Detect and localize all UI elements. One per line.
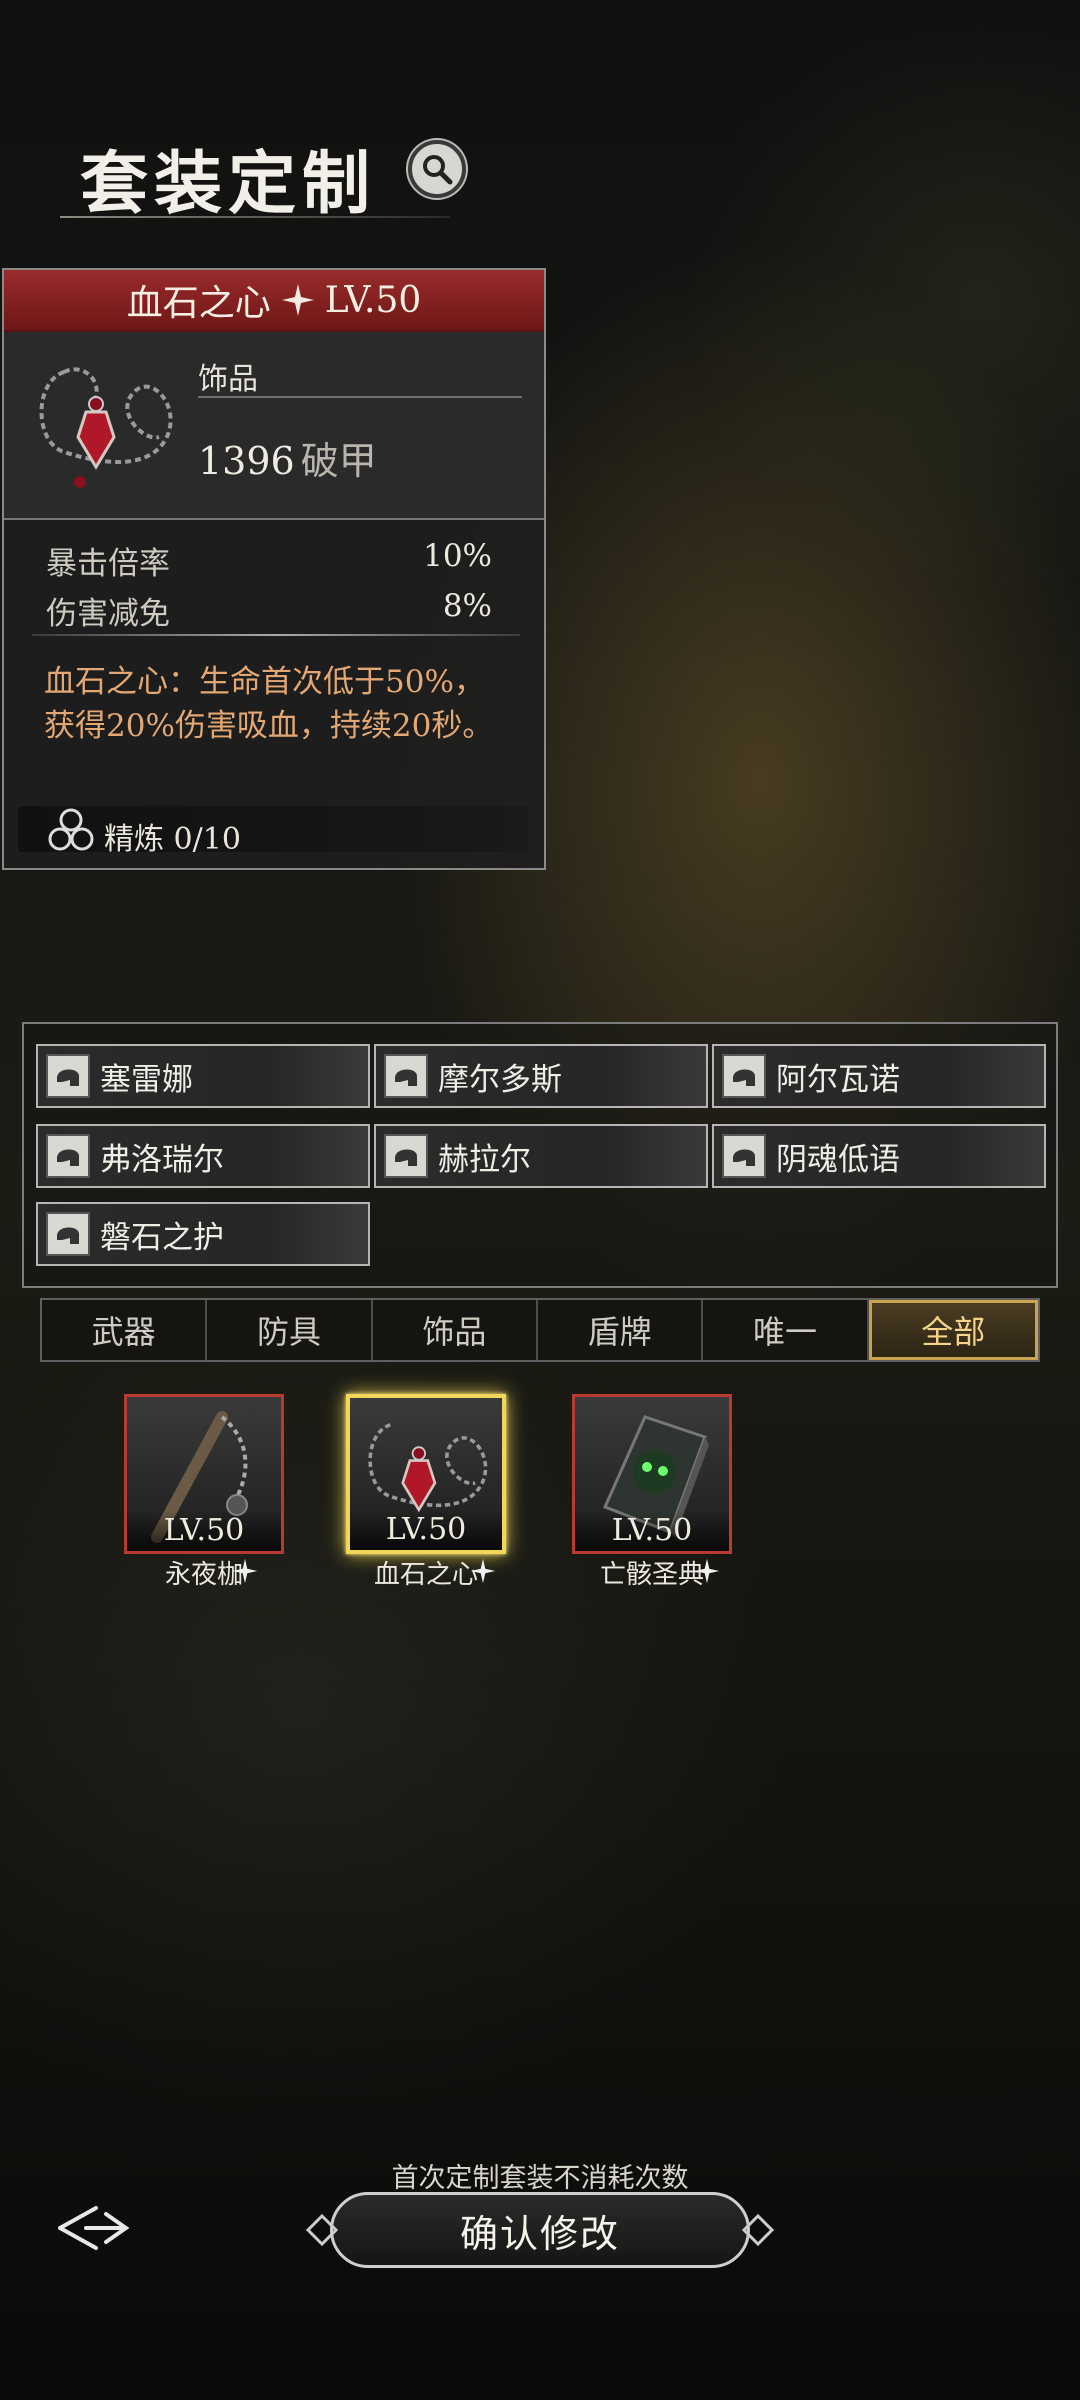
refine-progress: 精炼 0/10 xyxy=(104,822,241,857)
main-stat-unit: 破甲 xyxy=(300,439,377,483)
stat-label-crit: 暴击倍率 xyxy=(46,546,170,582)
stat-label-dmg-reduce: 伤害减免 xyxy=(46,596,170,632)
set-label: 弗洛瑞尔 xyxy=(100,1141,224,1178)
set-button-mordos[interactable]: 摩尔多斯 xyxy=(374,1044,708,1108)
item-type: 饰品 xyxy=(198,362,258,397)
item-level: LV.50 xyxy=(575,1511,729,1551)
tab-accessory[interactable]: 饰品 xyxy=(373,1300,538,1360)
refine-bar xyxy=(18,806,528,852)
tab-all[interactable]: 全部 xyxy=(868,1300,1038,1360)
item-card-header: 血石之心 LV.50 xyxy=(4,270,544,332)
category-tabs: 武器 防具 饰品 盾牌 唯一 全部 xyxy=(40,1298,1040,1362)
star-icon xyxy=(281,284,314,316)
item-level: LV.50 xyxy=(350,1510,502,1550)
necklace-icon xyxy=(24,342,184,512)
main-stat-value: 1396 xyxy=(198,439,295,483)
helmet-icon xyxy=(384,1134,428,1178)
search-button[interactable] xyxy=(408,140,466,198)
tab-unique[interactable]: 唯一 xyxy=(703,1300,869,1360)
item-name-bloodstone-heart: 血石之心 xyxy=(373,1560,478,1590)
item-slot-dead-codex[interactable]: LV.50 xyxy=(572,1394,732,1554)
item-level: LV.50 xyxy=(324,279,422,321)
helmet-icon xyxy=(46,1212,90,1256)
title-divider xyxy=(60,216,450,218)
tab-armor[interactable]: 防具 xyxy=(207,1300,373,1360)
set-effect-description: 血石之心：生命首次低于50%，获得20%伤害吸血，持续20秒。 xyxy=(44,664,494,744)
item-name-flail: 永夜枷 xyxy=(164,1560,243,1590)
helmet-icon xyxy=(722,1054,766,1098)
set-label: 赫拉尔 xyxy=(438,1141,531,1178)
set-label: 磐石之护 xyxy=(100,1219,224,1256)
star-icon xyxy=(470,1558,496,1584)
helmet-icon xyxy=(46,1134,90,1178)
confirm-button[interactable]: 确认修改 xyxy=(330,2192,750,2268)
stat-divider xyxy=(32,634,520,636)
helmet-icon xyxy=(46,1054,90,1098)
diamond-ornament-icon xyxy=(742,2214,774,2246)
item-name: 血石之心 xyxy=(126,283,271,324)
free-customize-note: 首次定制套装不消耗次数 xyxy=(391,2163,689,2194)
back-arrow-icon[interactable] xyxy=(56,2200,136,2256)
helmet-icon xyxy=(722,1134,766,1178)
item-name-dead-codex: 亡骸圣典 xyxy=(599,1560,704,1590)
item-slot-flail[interactable]: LV.50 xyxy=(124,1394,284,1554)
set-button-serena[interactable]: 塞雷娜 xyxy=(36,1044,370,1108)
stat-value-dmg-reduce: 8% xyxy=(442,588,492,624)
set-label: 摩尔多斯 xyxy=(438,1061,562,1098)
helmet-icon xyxy=(384,1054,428,1098)
tab-shield[interactable]: 盾牌 xyxy=(538,1300,704,1360)
star-icon xyxy=(694,1558,720,1584)
item-level: LV.50 xyxy=(127,1511,281,1551)
search-icon xyxy=(423,155,453,185)
set-button-shade-whisper[interactable]: 阴魂低语 xyxy=(712,1124,1046,1188)
set-button-heral[interactable]: 赫拉尔 xyxy=(374,1124,708,1188)
set-label: 阴魂低语 xyxy=(776,1141,900,1178)
set-button-alvano[interactable]: 阿尔瓦诺 xyxy=(712,1044,1046,1108)
set-button-rock-guard[interactable]: 磐石之护 xyxy=(36,1202,370,1266)
set-label: 塞雷娜 xyxy=(100,1061,193,1098)
star-icon xyxy=(232,1558,258,1584)
item-detail-card: 血石之心 LV.50 饰品 1396 破甲 暴击倍率 10% 伤害减免 8% 血石… xyxy=(2,268,546,870)
item-slot-bloodstone-heart[interactable]: LV.50 xyxy=(346,1394,506,1554)
page-title: 套装定制 xyxy=(80,144,377,224)
item-type-divider xyxy=(198,396,522,398)
set-button-floriel[interactable]: 弗洛瑞尔 xyxy=(36,1124,370,1188)
item-main-stat: 1396 破甲 xyxy=(198,430,377,485)
set-label: 阿尔瓦诺 xyxy=(776,1061,900,1098)
diamond-ornament-icon xyxy=(306,2214,338,2246)
refine-icon xyxy=(48,808,94,851)
stat-value-crit: 10% xyxy=(423,538,492,574)
tab-weapon[interactable]: 武器 xyxy=(42,1300,208,1360)
